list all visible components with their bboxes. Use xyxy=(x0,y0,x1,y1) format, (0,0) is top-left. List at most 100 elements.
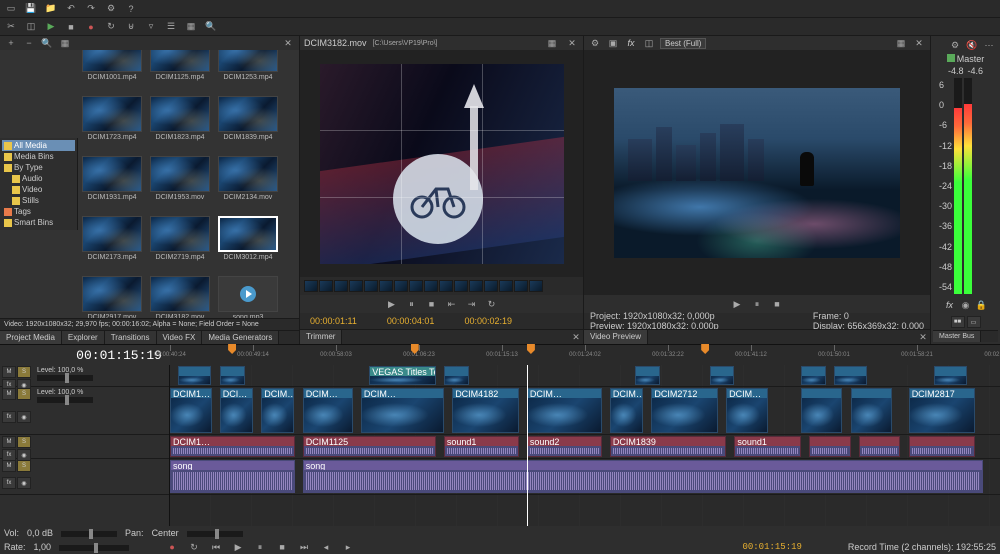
media-thumbnail[interactable]: DCIM1931.mp4 xyxy=(80,156,144,212)
media-thumbnail[interactable]: DCIM3182.mov xyxy=(148,276,212,318)
filmstrip-frame[interactable] xyxy=(394,280,408,292)
media-thumbnail[interactable]: DCIM1823.mp4 xyxy=(148,96,212,152)
marker-icon[interactable]: ▿ xyxy=(144,20,158,34)
tr-play-icon[interactable]: ▶ xyxy=(385,297,399,311)
track-header[interactable]: MSfx◉Level: 100,0 % xyxy=(0,387,169,435)
timeline-clip[interactable]: DCIM… xyxy=(361,388,444,433)
tl-pause-icon[interactable]: ⏸ xyxy=(253,540,267,554)
track-auto-button[interactable]: ◉ xyxy=(17,477,31,489)
timeline-clip[interactable] xyxy=(934,366,967,385)
timeline-clip[interactable]: sound2 xyxy=(527,436,602,457)
timeline-ruler[interactable]: 00:00:40:2400:00:49:1400:00:58:0300:01:0… xyxy=(170,345,1000,365)
pm-search-icon[interactable]: 🔍 xyxy=(40,36,54,50)
open-icon[interactable]: 📁 xyxy=(44,2,58,16)
undo-icon[interactable]: ↶ xyxy=(64,2,78,16)
stop-icon[interactable]: ■ xyxy=(64,20,78,34)
media-thumbnail[interactable]: DCIM3012.mp4 xyxy=(216,216,280,272)
track-auto-button[interactable]: ◉ xyxy=(17,411,31,423)
track-solo-button[interactable]: S xyxy=(17,436,31,448)
filmstrip-frame[interactable] xyxy=(454,280,468,292)
media-thumbnail[interactable]: DCIM1839.mp4 xyxy=(216,96,280,152)
media-thumbnail[interactable]: DCIM1001.mp4 xyxy=(80,50,144,92)
media-thumbnail[interactable]: DCIM1253.mp4 xyxy=(216,50,280,92)
pr-settings-icon[interactable]: ⚙ xyxy=(588,36,602,50)
tl-end-icon[interactable]: ⏭ xyxy=(297,540,311,554)
list-icon[interactable]: ☰ xyxy=(164,20,178,34)
filmstrip-frame[interactable] xyxy=(514,280,528,292)
zoom-icon[interactable]: 🔍 xyxy=(204,20,218,34)
trimmer-filmstrip[interactable] xyxy=(300,277,583,295)
tl-loop-icon[interactable]: ↻ xyxy=(187,540,201,554)
timeline-clip[interactable] xyxy=(178,366,211,385)
timeline-clip[interactable] xyxy=(834,366,867,385)
tr-pause-icon[interactable]: ⏸ xyxy=(405,297,419,311)
track-header[interactable]: MSfx◉ xyxy=(0,435,169,459)
pm-add-icon[interactable]: + xyxy=(4,36,18,50)
filmstrip-frame[interactable] xyxy=(439,280,453,292)
tree-item[interactable]: Stills xyxy=(2,195,75,206)
ms-settings-icon[interactable]: ⚙ xyxy=(948,38,962,52)
track-level-slider[interactable] xyxy=(37,397,93,403)
trimmer-grid-icon[interactable]: ▦ xyxy=(545,36,559,50)
save-icon[interactable]: 💾 xyxy=(24,2,38,16)
pr-fx-icon[interactable]: fx xyxy=(624,36,638,50)
settings-icon[interactable]: ⚙ xyxy=(104,2,118,16)
timeline-clip[interactable]: song xyxy=(170,460,295,493)
media-thumbnail[interactable]: song.mp3 xyxy=(216,276,280,318)
ms-more-icon[interactable]: ⋯ xyxy=(982,38,996,52)
tree-item[interactable]: Video xyxy=(2,184,75,195)
pm-tab[interactable]: Explorer xyxy=(62,331,105,344)
media-thumbnail[interactable]: DCIM2917.mov xyxy=(80,276,144,318)
track-mute-button[interactable]: M xyxy=(2,366,16,378)
timeline-clip[interactable]: sound1 xyxy=(734,436,800,457)
record-icon[interactable]: ● xyxy=(84,20,98,34)
rate-slider[interactable] xyxy=(59,545,129,551)
tab-trimmer[interactable]: Trimmer xyxy=(300,330,342,344)
timeline-timecode[interactable]: 00:01:15:19 xyxy=(0,348,170,363)
vol-slider[interactable] xyxy=(61,531,117,537)
file-icon[interactable]: ▭ xyxy=(4,2,18,16)
timeline-clip[interactable] xyxy=(851,388,893,433)
pr-stop-icon[interactable]: ■ xyxy=(770,297,784,311)
timeline-clip[interactable]: DCIM2712 xyxy=(651,388,717,433)
tab-preview[interactable]: Video Preview xyxy=(584,330,648,344)
trim-icon[interactable]: ◫ xyxy=(24,20,38,34)
timeline-clip[interactable]: DCIM1… xyxy=(170,436,295,457)
timeline-clip[interactable]: DCIM… xyxy=(610,388,643,433)
track-level-slider[interactable] xyxy=(37,375,93,381)
timeline-clip[interactable]: DCIM1… xyxy=(170,388,212,433)
timeline-clip[interactable]: DCIM1839 xyxy=(610,436,726,457)
filmstrip-frame[interactable] xyxy=(364,280,378,292)
grid-icon[interactable]: ▦ xyxy=(184,20,198,34)
filmstrip-frame[interactable] xyxy=(304,280,318,292)
tr-stop-icon[interactable]: ■ xyxy=(425,297,439,311)
media-thumbnail[interactable]: DCIM2134.mov xyxy=(216,156,280,212)
ms-solo-button[interactable]: ■■ xyxy=(951,316,965,328)
loop-icon[interactable]: ↻ xyxy=(104,20,118,34)
pr-pause-icon[interactable]: ⏸ xyxy=(750,297,764,311)
timeline-clip[interactable]: DCIM… xyxy=(726,388,768,433)
ms-fx-icon[interactable]: fx xyxy=(943,298,957,312)
track-solo-button[interactable]: S xyxy=(17,366,31,378)
playhead[interactable] xyxy=(527,365,528,526)
ms-mute-icon[interactable]: 🔇 xyxy=(965,38,979,52)
timeline-clip[interactable]: DCIM1125 xyxy=(303,436,436,457)
filmstrip-frame[interactable] xyxy=(469,280,483,292)
tree-item[interactable]: All Media xyxy=(2,140,75,151)
tree-item[interactable]: Tags xyxy=(2,206,75,217)
filmstrip-frame[interactable] xyxy=(499,280,513,292)
media-thumbnail[interactable]: DCIM1953.mov xyxy=(148,156,212,212)
timeline-marker[interactable] xyxy=(527,344,535,354)
pr-play-icon[interactable]: ▶ xyxy=(730,297,744,311)
pm-tab[interactable]: Transitions xyxy=(105,331,157,344)
tl-prev-icon[interactable]: ◂ xyxy=(319,540,333,554)
tree-item[interactable]: Media Bins xyxy=(2,151,75,162)
timeline-marker[interactable] xyxy=(228,344,236,354)
track-fx-button[interactable]: fx xyxy=(2,411,16,423)
media-thumbnail[interactable]: DCIM2719.mp4 xyxy=(148,216,212,272)
track-solo-button[interactable]: S xyxy=(17,460,31,472)
help-icon[interactable]: ? xyxy=(124,2,138,16)
timeline-clip[interactable] xyxy=(909,436,975,457)
timeline-clip[interactable] xyxy=(220,366,245,385)
track-fx-button[interactable]: fx xyxy=(2,477,16,489)
